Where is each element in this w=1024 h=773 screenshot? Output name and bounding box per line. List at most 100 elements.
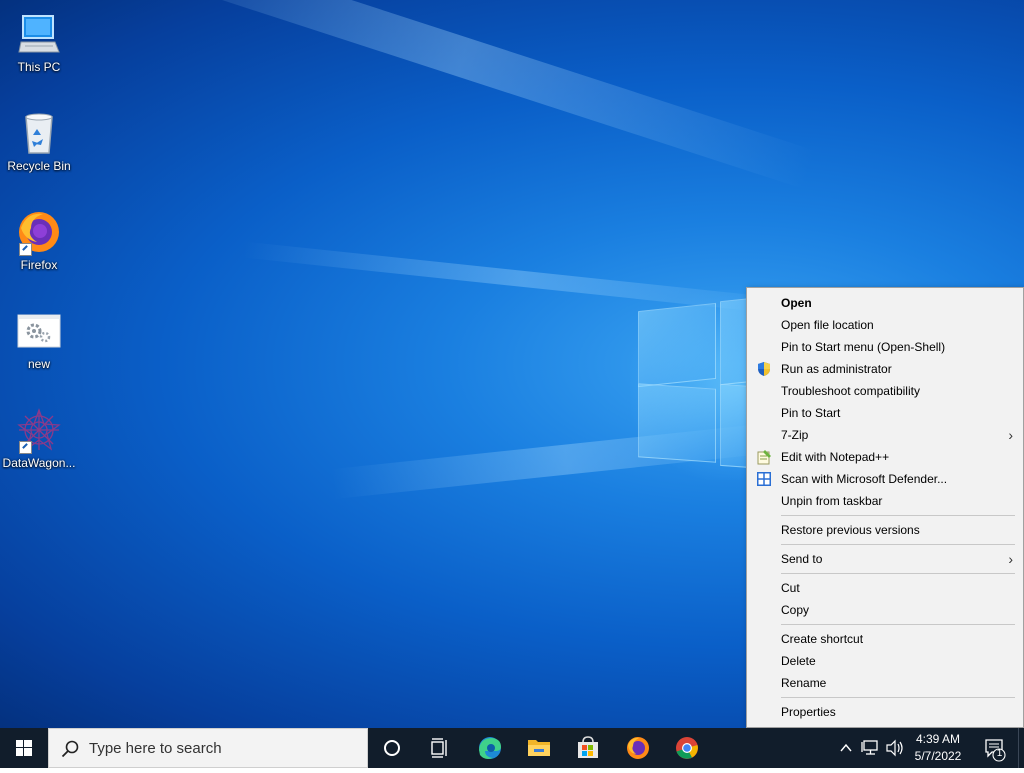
menu-item-label: Rename bbox=[781, 676, 827, 690]
wallpaper-logo-pane bbox=[638, 302, 716, 388]
notification-count-badge: 1 bbox=[996, 748, 1003, 759]
menu-item-create-shortcut[interactable]: Create shortcut bbox=[747, 628, 1023, 650]
clock-time: 4:39 AM bbox=[915, 732, 961, 746]
menu-item-label: Restore previous versions bbox=[781, 523, 920, 537]
taskbar-store-button[interactable] bbox=[564, 728, 612, 768]
menu-item-pin-to-start[interactable]: Pin to Start bbox=[747, 402, 1023, 424]
menu-item-label: Open bbox=[781, 296, 812, 310]
menu-item-label: Scan with Microsoft Defender... bbox=[781, 472, 948, 486]
task-view-icon bbox=[431, 738, 447, 758]
notepadpp-icon bbox=[756, 449, 772, 465]
desktop-icon-firefox[interactable]: Firefox bbox=[0, 204, 78, 278]
firefox-icon bbox=[17, 210, 61, 256]
menu-separator bbox=[781, 544, 1015, 545]
windows-logo-icon bbox=[16, 740, 32, 756]
speaker-icon bbox=[886, 739, 903, 757]
shortcut-arrow-icon bbox=[19, 243, 32, 256]
menu-item-label: Open file location bbox=[781, 318, 874, 332]
chevron-up-icon bbox=[840, 743, 852, 752]
menu-item-troubleshoot-compatibility[interactable]: Troubleshoot compatibility bbox=[747, 380, 1023, 402]
network-icon bbox=[861, 740, 878, 755]
menu-item-label: Run as administrator bbox=[781, 362, 892, 376]
store-icon bbox=[578, 736, 598, 758]
defender-icon bbox=[756, 471, 772, 487]
recycle-bin-icon bbox=[17, 111, 61, 155]
menu-item-label: Send to bbox=[781, 552, 823, 566]
menu-separator bbox=[781, 624, 1015, 625]
desktop-icon-new[interactable]: new bbox=[0, 303, 78, 377]
show-hidden-icons-button[interactable] bbox=[836, 728, 856, 768]
menu-item-label: Create shortcut bbox=[781, 632, 864, 646]
menu-item-edit-with-notepadpp[interactable]: Edit with Notepad++ bbox=[747, 446, 1023, 468]
action-center-button[interactable]: 1 bbox=[978, 728, 1012, 768]
menu-item-label: Edit with Notepad++ bbox=[781, 450, 890, 464]
desktop-icon-this-pc[interactable]: This PC bbox=[0, 6, 78, 80]
menu-separator bbox=[781, 573, 1015, 574]
chevron-right-icon: › bbox=[1008, 551, 1013, 567]
start-button[interactable] bbox=[0, 728, 48, 768]
context-menu: Open Open file location Pin to Start men… bbox=[746, 287, 1024, 728]
clock-date: 5/7/2022 bbox=[914, 749, 962, 763]
firefox-icon bbox=[627, 737, 649, 759]
notification-icon bbox=[985, 739, 1006, 762]
menu-item-label: Pin to Start menu (Open-Shell) bbox=[781, 340, 946, 354]
desktop-icon-label: Firefox bbox=[20, 258, 58, 272]
desktop-icon-recycle-bin[interactable]: Recycle Bin bbox=[0, 105, 78, 179]
desktop[interactable]: This PC Recycle Bin Firefox new DataWago… bbox=[0, 0, 1024, 728]
desktop-icon-label: DataWagon... bbox=[2, 456, 76, 470]
menu-item-copy[interactable]: Copy bbox=[747, 599, 1023, 621]
chevron-right-icon: › bbox=[1008, 427, 1013, 443]
cortana-button[interactable] bbox=[368, 728, 416, 768]
menu-separator bbox=[781, 515, 1015, 516]
menu-item-scan-with-defender[interactable]: Scan with Microsoft Defender... bbox=[747, 468, 1023, 490]
menu-item-label: Properties bbox=[781, 705, 836, 719]
chrome-icon bbox=[676, 737, 698, 759]
menu-item-label: Cut bbox=[781, 581, 800, 595]
menu-item-label: Pin to Start bbox=[781, 406, 841, 420]
menu-item-cut[interactable]: Cut bbox=[747, 577, 1023, 599]
computer-icon bbox=[17, 12, 61, 56]
taskbar: Type here to search 4:39 AM 5/7/2022 1 bbox=[0, 728, 1024, 768]
shortcut-arrow-icon bbox=[19, 441, 32, 454]
menu-item-label: Unpin from taskbar bbox=[781, 494, 883, 508]
menu-item-run-as-administrator[interactable]: Run as administrator bbox=[747, 358, 1023, 380]
desktop-icon-label: Recycle Bin bbox=[7, 159, 71, 173]
wallpaper-beam bbox=[109, 0, 817, 190]
taskbar-file-explorer-button[interactable] bbox=[515, 728, 563, 768]
datawagon-app-icon bbox=[17, 408, 61, 454]
menu-item-delete[interactable]: Delete bbox=[747, 650, 1023, 672]
menu-item-7-zip[interactable]: 7-Zip › bbox=[747, 424, 1023, 446]
menu-item-send-to[interactable]: Send to › bbox=[747, 548, 1023, 570]
taskbar-search-box[interactable]: Type here to search bbox=[48, 728, 368, 768]
desktop-icon-label: This PC bbox=[17, 60, 61, 74]
menu-item-open-file-location[interactable]: Open file location bbox=[747, 314, 1023, 336]
menu-item-label: 7-Zip bbox=[781, 428, 809, 442]
settings-file-icon bbox=[17, 309, 61, 353]
menu-item-pin-to-start-open-shell[interactable]: Pin to Start menu (Open-Shell) bbox=[747, 336, 1023, 358]
menu-item-label: Copy bbox=[781, 603, 810, 617]
menu-item-unpin-from-taskbar[interactable]: Unpin from taskbar bbox=[747, 490, 1023, 512]
menu-item-open[interactable]: Open bbox=[747, 292, 1023, 314]
taskbar-chrome-button[interactable] bbox=[663, 728, 711, 768]
cortana-icon bbox=[384, 740, 400, 756]
volume-tray-button[interactable] bbox=[884, 728, 906, 768]
desktop-icon-datawagon[interactable]: DataWagon... bbox=[0, 402, 78, 476]
wallpaper-logo-pane bbox=[638, 383, 716, 463]
menu-item-label: Delete bbox=[781, 654, 816, 668]
edge-icon bbox=[479, 737, 501, 759]
desktop-icon-label: new bbox=[27, 357, 50, 371]
menu-item-rename[interactable]: Rename bbox=[747, 672, 1023, 694]
menu-item-label: Troubleshoot compatibility bbox=[781, 384, 920, 398]
task-view-button[interactable] bbox=[416, 728, 464, 768]
file-explorer-icon bbox=[528, 740, 550, 756]
network-tray-button[interactable] bbox=[860, 728, 882, 768]
taskbar-firefox-button[interactable] bbox=[614, 728, 662, 768]
taskbar-edge-button[interactable] bbox=[466, 728, 514, 768]
taskbar-clock[interactable]: 4:39 AM 5/7/2022 bbox=[905, 731, 971, 765]
search-placeholder: Type here to search bbox=[89, 740, 222, 757]
menu-separator bbox=[781, 697, 1015, 698]
uac-shield-icon bbox=[756, 361, 772, 377]
menu-item-properties[interactable]: Properties bbox=[747, 701, 1023, 723]
menu-item-restore-previous-versions[interactable]: Restore previous versions bbox=[747, 519, 1023, 541]
show-desktop-button[interactable] bbox=[1018, 728, 1024, 768]
